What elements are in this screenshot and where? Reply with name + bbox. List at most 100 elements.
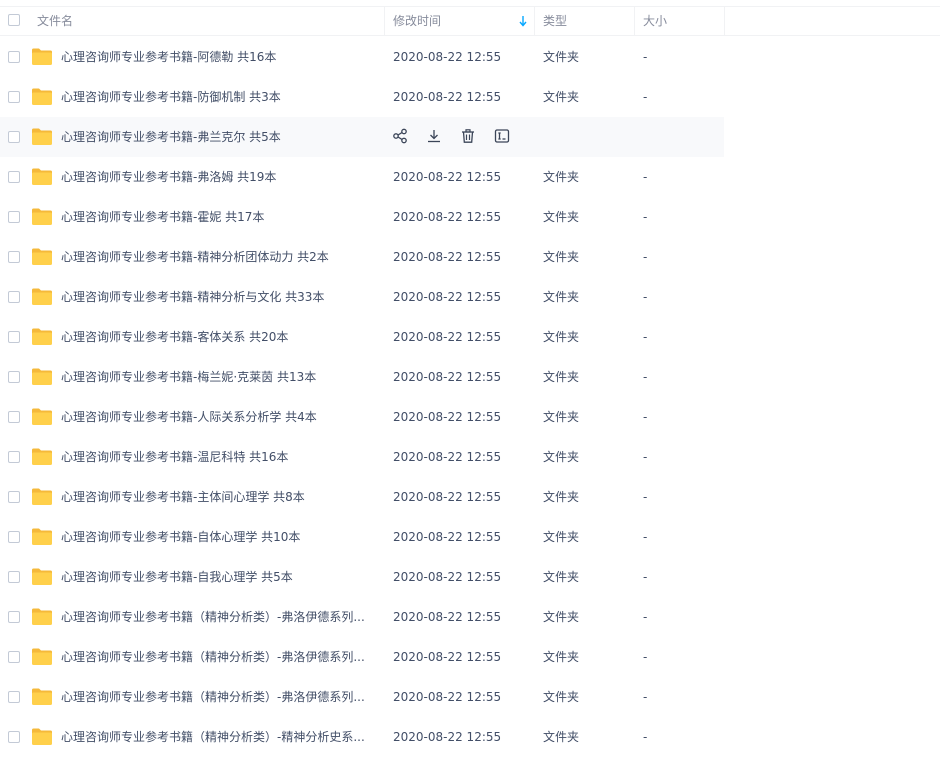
file-name[interactable]: 心理咨询师专业参考书籍-主体间心理学 共8本 (61, 477, 305, 517)
file-size: - (643, 410, 648, 424)
file-name[interactable]: 心理咨询师专业参考书籍（精神分析类）-弗洛伊德系列... (61, 597, 365, 637)
row-checkbox[interactable] (8, 411, 20, 423)
column-divider[interactable] (534, 7, 535, 35)
file-row[interactable]: 心理咨询师专业参考书籍-自我心理学 共5本 2020-08-22 12:55 文件夹… (0, 557, 940, 597)
file-type: 文件夹 (543, 410, 580, 424)
file-size: - (643, 650, 648, 664)
column-divider[interactable] (634, 7, 635, 35)
modified-time: 2020-08-22 12:55 (393, 210, 502, 224)
file-row[interactable]: 心理咨询师专业参考书籍-精神分析与文化 共33本 2020-08-22 12:55… (0, 277, 940, 317)
folder-icon (31, 367, 53, 386)
delete-icon[interactable] (460, 128, 478, 146)
modified-time: 2020-08-22 12:55 (393, 490, 502, 504)
row-checkbox[interactable] (8, 51, 20, 63)
file-name[interactable]: 心理咨询师专业参考书籍-阿德勒 共16本 (61, 37, 276, 77)
file-size: - (643, 490, 648, 504)
file-row[interactable]: 心理咨询师专业参考书籍-阿德勒 共16本 2020-08-22 12:55 文件夹 - (0, 37, 940, 77)
file-size: - (643, 690, 648, 704)
modified-time: 2020-08-22 12:55 (393, 730, 502, 744)
file-row[interactable]: 心理咨询师专业参考书籍（精神分析类）-弗洛伊德系列... 2020-08-22 1… (0, 637, 940, 677)
file-name[interactable]: 心理咨询师专业参考书籍-人际关系分析学 共4本 (61, 397, 317, 437)
file-name[interactable]: 心理咨询师专业参考书籍（精神分析类）-弗洛伊德系列... (61, 677, 365, 717)
share-icon[interactable] (392, 128, 410, 146)
file-name[interactable]: 心理咨询师专业参考书籍-霍妮 共17本 (61, 197, 264, 237)
folder-icon (31, 567, 53, 586)
file-name[interactable]: 心理咨询师专业参考书籍-自体心理学 共10本 (61, 517, 300, 557)
file-type: 文件夹 (543, 90, 580, 104)
file-size: - (643, 50, 648, 64)
file-row[interactable]: 心理咨询师专业参考书籍-主体间心理学 共8本 2020-08-22 12:55 文件… (0, 477, 940, 517)
column-header-size[interactable]: 大小 (643, 7, 667, 35)
modified-time: 2020-08-22 12:55 (393, 290, 502, 304)
file-name[interactable]: 心理咨询师专业参考书籍（精神分析类）-弗洛伊德系列... (61, 637, 365, 677)
row-checkbox[interactable] (8, 211, 20, 223)
select-all-checkbox[interactable] (8, 14, 20, 26)
column-header-time[interactable]: 修改时间 (393, 7, 441, 35)
file-size: - (643, 250, 648, 264)
rename-icon[interactable] (494, 128, 512, 146)
folder-icon (31, 127, 53, 146)
file-row[interactable]: 心理咨询师专业参考书籍（精神分析类）-弗洛伊德系列... 2020-08-22 1… (0, 597, 940, 637)
folder-icon (31, 607, 53, 626)
row-checkbox[interactable] (8, 731, 20, 743)
file-row[interactable]: 心理咨询师专业参考书籍-温尼科特 共16本 2020-08-22 12:55 文件夹… (0, 437, 940, 477)
row-checkbox[interactable] (8, 611, 20, 623)
file-type: 文件夹 (543, 690, 580, 704)
modified-time: 2020-08-22 12:55 (393, 650, 502, 664)
file-row[interactable]: 心理咨询师专业参考书籍-防御机制 共3本 2020-08-22 12:55 文件夹 - (0, 77, 940, 117)
row-checkbox[interactable] (8, 571, 20, 583)
row-checkbox[interactable] (8, 91, 20, 103)
row-checkbox[interactable] (8, 491, 20, 503)
file-type: 文件夹 (543, 490, 580, 504)
row-checkbox[interactable] (8, 371, 20, 383)
file-name[interactable]: 心理咨询师专业参考书籍-防御机制 共3本 (61, 77, 281, 117)
file-row[interactable]: 心理咨询师专业参考书籍-梅兰妮·克莱茵 共13本 2020-08-22 12:55… (0, 357, 940, 397)
row-checkbox[interactable] (8, 131, 20, 143)
column-header-type[interactable]: 类型 (543, 7, 567, 35)
modified-time: 2020-08-22 12:55 (393, 170, 502, 184)
row-checkbox[interactable] (8, 451, 20, 463)
folder-icon (31, 247, 53, 266)
sort-descending-icon[interactable] (518, 15, 528, 27)
folder-icon (31, 487, 53, 506)
file-name[interactable]: 心理咨询师专业参考书籍-自我心理学 共5本 (61, 557, 293, 597)
row-checkbox[interactable] (8, 651, 20, 663)
file-name[interactable]: 心理咨询师专业参考书籍-温尼科特 共16本 (61, 437, 288, 477)
row-checkbox[interactable] (8, 291, 20, 303)
folder-icon (31, 687, 53, 706)
row-checkbox[interactable] (8, 531, 20, 543)
file-size: - (643, 90, 648, 104)
file-name[interactable]: 心理咨询师专业参考书籍-梅兰妮·克莱茵 共13本 (61, 357, 316, 397)
file-row[interactable]: 心理咨询师专业参考书籍（精神分析类）-弗洛伊德系列... 2020-08-22 1… (0, 677, 940, 717)
file-row[interactable]: 心理咨询师专业参考书籍-自体心理学 共10本 2020-08-22 12:55 文件… (0, 517, 940, 557)
file-type: 文件夹 (543, 250, 580, 264)
folder-icon (31, 527, 53, 546)
row-checkbox[interactable] (8, 251, 20, 263)
file-type: 文件夹 (543, 450, 580, 464)
column-divider[interactable] (724, 7, 725, 35)
file-name[interactable]: 心理咨询师专业参考书籍-客体关系 共20本 (61, 317, 288, 357)
file-row[interactable]: 心理咨询师专业参考书籍-弗洛姆 共19本 2020-08-22 12:55 文件夹 - (0, 157, 940, 197)
file-name[interactable]: 心理咨询师专业参考书籍-弗兰克尔 共5本 (61, 117, 281, 157)
folder-icon (31, 47, 53, 66)
file-name[interactable]: 心理咨询师专业参考书籍-弗洛姆 共19本 (61, 157, 276, 197)
file-name[interactable]: 心理咨询师专业参考书籍-精神分析与文化 共33本 (61, 277, 324, 317)
file-name[interactable]: 心理咨询师专业参考书籍（精神分析类）-精神分析史系... (61, 717, 365, 757)
column-divider[interactable] (384, 7, 385, 35)
file-row[interactable]: 心理咨询师专业参考书籍-客体关系 共20本 2020-08-22 12:55 文件夹… (0, 317, 940, 357)
column-header-name[interactable]: 文件名 (37, 7, 73, 35)
row-checkbox[interactable] (8, 691, 20, 703)
file-row[interactable]: 心理咨询师专业参考书籍-霍妮 共17本 2020-08-22 12:55 文件夹 - (0, 197, 940, 237)
file-row[interactable]: 心理咨询师专业参考书籍-弗兰克尔 共5本 (0, 117, 724, 157)
file-row[interactable]: 心理咨询师专业参考书籍（精神分析类）-精神分析史系... 2020-08-22 1… (0, 717, 940, 757)
modified-time: 2020-08-22 12:55 (393, 610, 502, 624)
row-checkbox[interactable] (8, 171, 20, 183)
file-type: 文件夹 (543, 650, 580, 664)
row-checkbox[interactable] (8, 331, 20, 343)
file-row[interactable]: 心理咨询师专业参考书籍-人际关系分析学 共4本 2020-08-22 12:55 文… (0, 397, 940, 437)
file-row[interactable]: 心理咨询师专业参考书籍-精神分析团体动力 共2本 2020-08-22 12:55… (0, 237, 940, 277)
folder-icon (31, 407, 53, 426)
download-icon[interactable] (426, 128, 444, 146)
modified-time: 2020-08-22 12:55 (393, 250, 502, 264)
file-name[interactable]: 心理咨询师专业参考书籍-精神分析团体动力 共2本 (61, 237, 329, 277)
